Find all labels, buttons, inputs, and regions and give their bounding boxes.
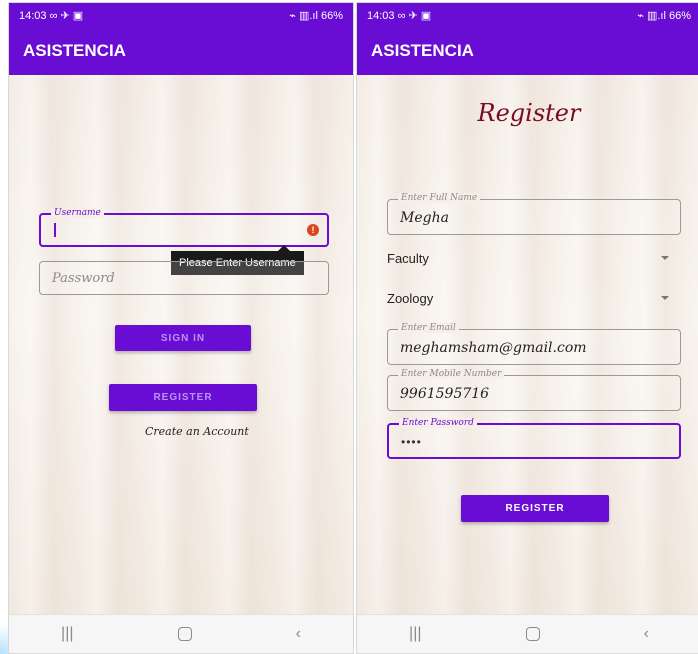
home-icon[interactable]	[177, 627, 192, 641]
login-content: Username ! Please Enter Username Passwor…	[9, 75, 353, 615]
nav-bar: ||| ‹	[9, 614, 353, 653]
app-title: ASISTENCIA	[23, 41, 126, 60]
full-name-label: Enter Full Name	[398, 193, 481, 203]
password-field[interactable]: Enter Password ••••	[387, 418, 681, 459]
register-label: REGISTER	[505, 503, 565, 514]
password-placeholder: Password	[52, 271, 115, 286]
login-screen: 14:03 ∞ ✈ ▣ ⌁ ▥.ıl 66% ASISTENCIA Userna…	[8, 2, 354, 654]
register-button[interactable]: REGISTER	[109, 384, 257, 411]
password-label: Enter Password	[399, 418, 477, 428]
status-time: 14:03	[19, 9, 47, 22]
app-bar: ASISTENCIA	[357, 27, 698, 75]
department-dropdown[interactable]: Zoology	[387, 285, 669, 311]
create-account-link[interactable]: Create an Account	[145, 425, 249, 438]
mobile-field[interactable]: Enter Mobile Number 9961595716	[387, 369, 681, 411]
register-label: REGISTER	[153, 392, 213, 403]
status-time: 14:03	[367, 9, 395, 22]
back-button[interactable]: ‹	[644, 625, 649, 643]
register-button[interactable]: REGISTER	[461, 495, 609, 522]
mobile-value: 9961595716	[400, 386, 490, 402]
home-icon[interactable]	[525, 627, 540, 641]
username-label: Username	[51, 208, 104, 218]
sign-in-button[interactable]: SIGN IN	[115, 325, 251, 351]
back-button[interactable]: ‹	[296, 625, 301, 643]
status-icons: ∞ ✈ ▣	[49, 9, 84, 22]
role-value: Faculty	[387, 250, 429, 266]
password-field[interactable]: Password	[39, 261, 329, 295]
chevron-down-icon	[661, 296, 669, 300]
status-right: ⌁ ▥.ıl 66%	[289, 9, 343, 22]
full-name-field[interactable]: Enter Full Name Megha	[387, 193, 681, 235]
text-caret	[54, 223, 56, 237]
chevron-down-icon	[661, 256, 669, 260]
app-bar: ASISTENCIA	[9, 27, 353, 75]
register-title: Register	[477, 99, 581, 127]
error-icon: !	[307, 224, 319, 236]
status-right: ⌁ ▥.ıl 66%	[637, 9, 691, 22]
status-bar: 14:03 ∞ ✈ ▣ ⌁ ▥.ıl 66%	[9, 3, 353, 27]
register-screen: 14:03 ∞ ✈ ▣ ⌁ ▥.ıl 66% ASISTENCIA Regist…	[356, 2, 698, 654]
status-bar: 14:03 ∞ ✈ ▣ ⌁ ▥.ıl 66%	[357, 3, 698, 27]
full-name-value: Megha	[400, 210, 449, 226]
status-left: 14:03 ∞ ✈ ▣	[367, 9, 431, 22]
status-icons: ∞ ✈ ▣	[397, 9, 432, 22]
sign-in-label: SIGN IN	[160, 332, 206, 344]
nav-bar: ||| ‹	[357, 614, 698, 653]
mobile-label: Enter Mobile Number	[398, 369, 505, 379]
recents-button[interactable]: |||	[61, 625, 73, 643]
recents-button[interactable]: |||	[409, 625, 421, 643]
password-value: ••••	[401, 435, 422, 449]
username-field[interactable]: Username !	[39, 208, 329, 247]
role-dropdown[interactable]: Faculty	[387, 245, 669, 271]
status-left: 14:03 ∞ ✈ ▣	[19, 9, 83, 22]
department-value: Zoology	[387, 290, 434, 306]
app-title: ASISTENCIA	[371, 41, 474, 60]
email-value: meghamsham@gmail.com	[400, 340, 587, 356]
register-content: Register Enter Full Name Megha Faculty Z…	[357, 75, 698, 615]
email-label: Enter Email	[398, 323, 459, 333]
email-field[interactable]: Enter Email meghamsham@gmail.com	[387, 323, 681, 365]
